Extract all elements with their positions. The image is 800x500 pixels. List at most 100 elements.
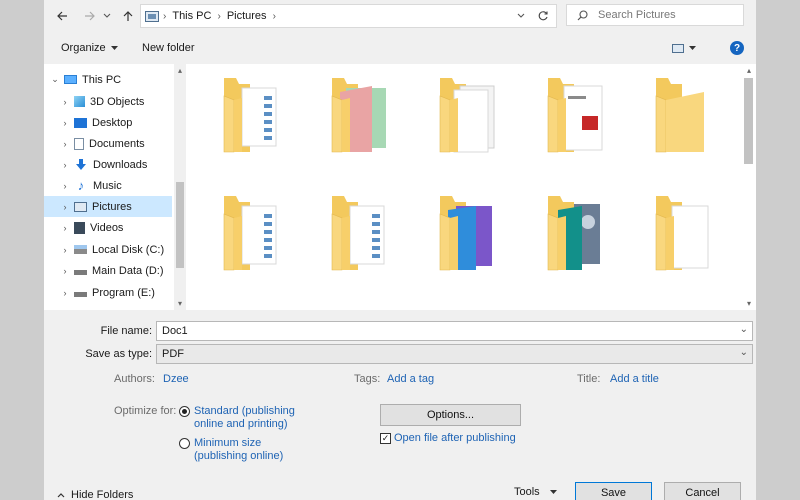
radio-standard[interactable] <box>179 406 190 417</box>
title-value[interactable]: Add a title <box>610 373 659 385</box>
tree-scrollbar[interactable]: ▴ ▾ <box>174 64 186 310</box>
option-standard-text[interactable]: Standard (publishing online and printing… <box>194 405 295 431</box>
scroll-down-icon[interactable]: ▾ <box>174 299 186 308</box>
open-after-checkbox[interactable]: ✓ <box>380 433 391 444</box>
search-icon <box>577 9 588 20</box>
folder-tab <box>440 196 455 202</box>
chevron-right-icon[interactable]: › <box>60 223 70 233</box>
chevron-up-icon <box>57 493 65 498</box>
folder-document-line <box>264 238 272 242</box>
tree-item-label: Documents <box>89 137 145 150</box>
tree-item-label: Pictures <box>92 200 132 213</box>
new-folder-button[interactable]: New folder <box>142 42 195 54</box>
tree-item-downloads[interactable]: › Downloads <box>44 154 172 175</box>
content-scrollbar[interactable]: ▴ ▾ <box>741 64 756 310</box>
address-bar[interactable]: › This PC › Pictures › <box>140 4 532 28</box>
tree-item-3d-objects[interactable]: › 3D Objects <box>44 91 172 112</box>
folder-item[interactable] <box>223 196 277 271</box>
folder-document-line <box>372 238 380 242</box>
chevron-down-icon[interactable]: ⌄ <box>50 74 60 85</box>
tree-item-this-pc[interactable]: ⌄ This PC <box>44 69 172 90</box>
breadcrumb-this-pc[interactable]: This PC <box>172 10 211 22</box>
drive-icon <box>74 288 87 297</box>
tree-item-videos[interactable]: › Videos <box>44 217 172 238</box>
chevron-right-icon[interactable]: › <box>60 266 70 276</box>
recent-locations-button[interactable] <box>100 6 114 26</box>
tree-scroll-thumb[interactable] <box>176 182 184 268</box>
navigation-pane[interactable]: ⌄ This PC › 3D Objects › Desktop › Docum… <box>44 64 186 310</box>
download-icon <box>76 158 86 170</box>
scroll-down-icon[interactable]: ▾ <box>743 299 755 308</box>
open-after-publishing[interactable]: ✓ Open file after publishing <box>380 432 516 445</box>
save-button[interactable]: Save <box>575 482 652 500</box>
folder-item[interactable] <box>331 78 386 153</box>
change-view-button[interactable] <box>672 40 706 56</box>
tree-item-program-e[interactable]: › Program (E:) <box>44 282 172 303</box>
optimize-label: Optimize for: <box>114 405 177 417</box>
breadcrumb-pictures[interactable]: Pictures <box>227 10 267 22</box>
chevron-right-icon[interactable]: › <box>60 97 70 107</box>
folder-item[interactable] <box>331 196 385 271</box>
file-name-field[interactable]: Doc1 ⌄ <box>156 321 753 341</box>
folder-item[interactable] <box>655 78 704 153</box>
address-history-dropdown[interactable] <box>511 11 531 21</box>
cancel-button[interactable]: Cancel <box>664 482 741 500</box>
save-type-select[interactable]: PDF ⌄ <box>156 344 753 364</box>
chevron-right-icon[interactable]: › <box>60 288 70 298</box>
chevron-right-icon[interactable]: › <box>60 202 70 212</box>
organize-menu[interactable]: Organize <box>61 42 118 54</box>
folder-item[interactable] <box>547 78 603 153</box>
authors-value[interactable]: Dzee <box>163 373 189 385</box>
folder-item[interactable] <box>223 78 277 153</box>
chevron-right-icon[interactable]: › <box>60 245 70 255</box>
radio-minimum[interactable] <box>179 438 190 449</box>
folder-tab <box>224 78 239 84</box>
search-box[interactable] <box>566 4 744 26</box>
refresh-button[interactable] <box>530 4 557 28</box>
tree-item-label: Local Disk (C:) <box>92 243 165 256</box>
back-button[interactable] <box>52 6 72 26</box>
tree-item-pictures[interactable]: › Pictures <box>44 196 172 217</box>
chevron-right-icon[interactable]: › <box>60 118 70 128</box>
tree-item-local-disk-c[interactable]: › Local Disk (C:) <box>44 239 172 260</box>
tree-item-desktop[interactable]: › Desktop <box>44 112 172 133</box>
folder-front <box>234 216 242 270</box>
folder-document-line <box>264 120 272 124</box>
options-button[interactable]: Options... <box>380 404 521 426</box>
folder-item[interactable] <box>439 78 495 153</box>
option-standard[interactable]: Standard (publishing online and printing… <box>179 405 295 431</box>
breadcrumb-separator: › <box>272 10 276 22</box>
open-after-label[interactable]: Open file after publishing <box>394 432 516 445</box>
tree-item-main-data-d[interactable]: › Main Data (D:) <box>44 260 172 281</box>
option-standard-line2: online and printing) <box>194 418 288 430</box>
option-minimum-text[interactable]: Minimum size (publishing online) <box>194 437 283 463</box>
forward-button[interactable] <box>80 6 100 26</box>
folder-front <box>558 216 566 270</box>
folder-item[interactable] <box>547 196 600 271</box>
file-view[interactable]: ▴ ▾ <box>186 64 756 310</box>
folder-front <box>666 92 704 152</box>
caret-down-icon <box>549 490 557 494</box>
file-name-value[interactable]: Doc1 <box>162 325 188 337</box>
folder-item[interactable] <box>439 196 492 271</box>
chevron-right-icon[interactable]: › <box>60 181 70 191</box>
content-scroll-thumb[interactable] <box>744 78 753 164</box>
chevron-down-icon[interactable]: ⌄ <box>740 324 748 335</box>
folder-item[interactable] <box>655 196 709 271</box>
tags-value[interactable]: Add a tag <box>387 373 434 385</box>
tree-item-documents[interactable]: › Documents <box>44 133 172 154</box>
help-button[interactable]: ? <box>730 41 744 55</box>
scroll-up-icon[interactable]: ▴ <box>174 66 186 75</box>
up-button[interactable] <box>118 6 138 26</box>
option-minimum[interactable]: Minimum size (publishing online) <box>179 437 283 463</box>
chevron-right-icon[interactable]: › <box>60 139 70 149</box>
folder-document-line <box>372 246 380 250</box>
chevron-down-icon[interactable]: ⌄ <box>740 347 748 358</box>
tools-menu[interactable]: Tools <box>514 486 557 498</box>
search-input[interactable] <box>596 8 730 22</box>
folder-document-line <box>264 246 272 250</box>
hide-folders-toggle[interactable]: Hide Folders <box>57 489 133 500</box>
tree-item-music[interactable]: › ♪ Music <box>44 175 172 196</box>
scroll-up-icon[interactable]: ▴ <box>743 66 755 75</box>
chevron-right-icon[interactable]: › <box>60 160 70 170</box>
